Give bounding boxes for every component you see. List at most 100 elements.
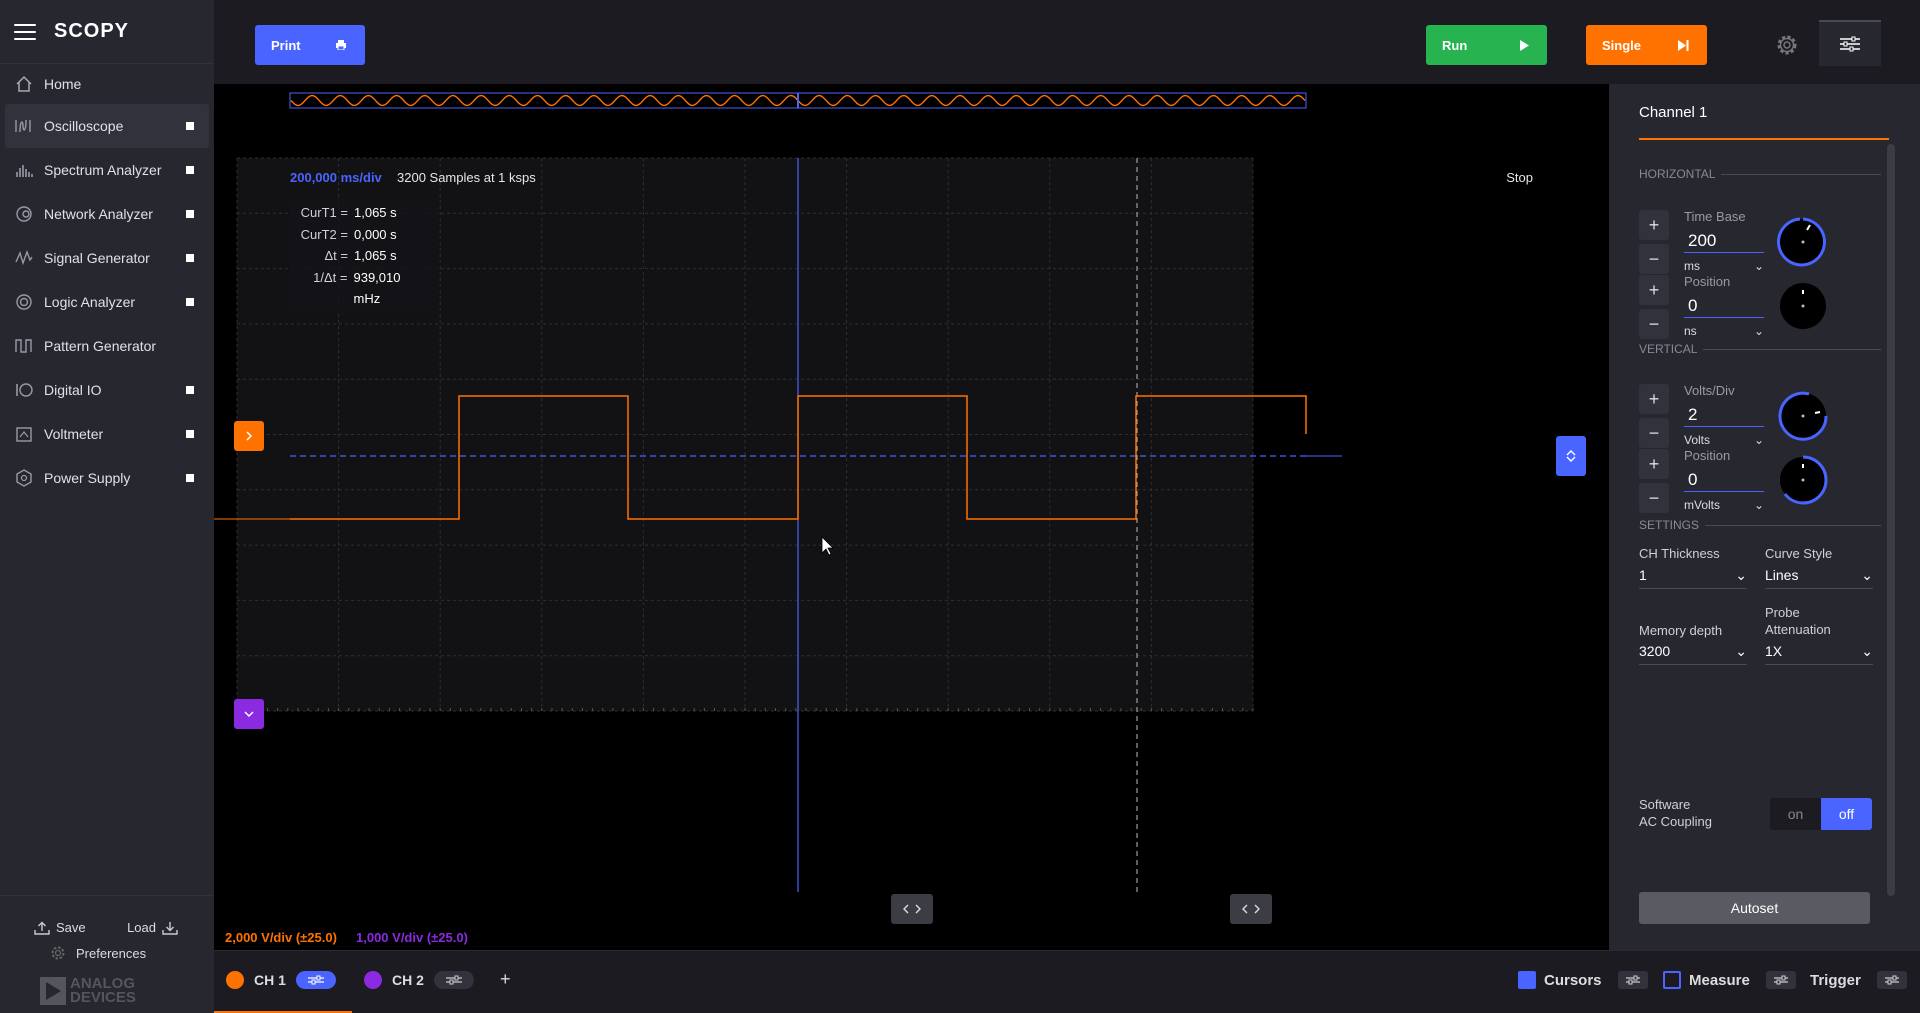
cursors-settings-button[interactable] bbox=[1617, 971, 1648, 989]
memory-depth-select[interactable]: 3200 ⌄ bbox=[1639, 643, 1747, 665]
panel-scrollbar[interactable] bbox=[1887, 144, 1895, 896]
voltsdiv-increment-button[interactable]: + bbox=[1639, 384, 1669, 414]
timebase-label: Time Base bbox=[1684, 209, 1746, 224]
cursors-checkbox[interactable] bbox=[1518, 971, 1536, 989]
sidebar-item-network-analyzer[interactable]: Network Analyzer bbox=[0, 192, 214, 236]
hamburger-menu-icon[interactable] bbox=[14, 23, 36, 40]
timebase-knob[interactable] bbox=[1777, 216, 1829, 268]
chevron-down-icon: ⌄ bbox=[1735, 567, 1747, 583]
chevron-down-icon: ⌄ bbox=[1861, 567, 1873, 583]
voltsdiv-decrement-button[interactable]: − bbox=[1639, 418, 1669, 448]
single-button[interactable]: Single bbox=[1586, 25, 1707, 65]
voltsdiv-unit-select[interactable]: Volts ⌄ bbox=[1684, 433, 1764, 447]
settings-gear-icon[interactable] bbox=[1775, 33, 1799, 57]
vpos-increment-button[interactable]: + bbox=[1639, 449, 1669, 479]
sidebar-footer: Save Load Preferences ANALOG DEVICES bbox=[0, 895, 214, 1013]
vpos-input[interactable] bbox=[1684, 468, 1764, 492]
single-label: Single bbox=[1602, 37, 1642, 53]
sidebar-item-signal-generator[interactable]: Signal Generator bbox=[0, 236, 214, 280]
signal-icon bbox=[14, 248, 34, 268]
print-button[interactable]: Print bbox=[255, 25, 365, 65]
measure-settings-button[interactable] bbox=[1765, 971, 1796, 989]
vpos-knob[interactable] bbox=[1777, 454, 1829, 506]
load-label: Load bbox=[127, 920, 156, 935]
readout-value: 1,065 s bbox=[354, 205, 397, 220]
trigger-level-handle[interactable] bbox=[1556, 436, 1586, 476]
timebase-unit-select[interactable]: ms ⌄ bbox=[1684, 259, 1764, 273]
ch2-color-dot[interactable] bbox=[364, 971, 382, 989]
sidebar-item-power-supply[interactable]: Power Supply bbox=[0, 456, 214, 500]
ch2-settings-button[interactable] bbox=[433, 971, 474, 989]
time-per-division: 200,000 ms/div bbox=[290, 170, 382, 185]
voltmeter-icon bbox=[14, 424, 34, 444]
save-button[interactable]: Save bbox=[34, 920, 86, 935]
overview-position-marker[interactable] bbox=[797, 93, 799, 108]
ch1-settings-button[interactable] bbox=[295, 971, 336, 989]
tool-status-indicator bbox=[186, 166, 194, 174]
sidebar-item-oscilloscope[interactable]: Oscilloscope bbox=[5, 104, 209, 148]
cursor-t1-handle[interactable] bbox=[1230, 894, 1272, 924]
hpos-increment-button[interactable]: + bbox=[1639, 275, 1669, 305]
timebase-increment-button[interactable]: + bbox=[1639, 210, 1669, 240]
timebase-input[interactable] bbox=[1684, 229, 1764, 253]
preferences-label: Preferences bbox=[76, 945, 147, 961]
hpos-knob[interactable] bbox=[1777, 280, 1829, 332]
sidebar: SCOPY Home Oscilloscope Spectrum Analyze… bbox=[0, 0, 214, 1013]
sidebar-header: SCOPY bbox=[0, 0, 214, 64]
trigger-tool[interactable]: Trigger bbox=[1810, 971, 1907, 989]
cursor-readout-row: Δt = 1,065 s bbox=[298, 245, 430, 267]
probe-attenuation-label: Probe Attenuation bbox=[1765, 604, 1831, 638]
timebase-decrement-button[interactable]: − bbox=[1639, 244, 1669, 274]
general-settings-button[interactable] bbox=[1819, 20, 1881, 66]
ch1-color-dot[interactable] bbox=[226, 971, 244, 989]
ac-coupling-label: Software AC Coupling bbox=[1639, 796, 1712, 830]
horizontal-arrows-icon bbox=[1242, 904, 1260, 914]
trigger-settings-button[interactable] bbox=[1876, 971, 1907, 989]
panel-title: Channel 1 bbox=[1639, 104, 1708, 121]
curve-style-select[interactable]: Lines ⌄ bbox=[1765, 567, 1873, 589]
measure-tool[interactable]: Measure bbox=[1663, 971, 1796, 989]
sidebar-item-digital-io[interactable]: Digital IO bbox=[0, 368, 214, 412]
autoset-button[interactable]: Autoset bbox=[1639, 892, 1870, 924]
ch1-offset-handle[interactable] bbox=[234, 421, 264, 451]
load-button[interactable]: Load bbox=[127, 920, 178, 935]
ch2-tab[interactable]: CH 2 bbox=[364, 971, 474, 989]
sidebar-item-home[interactable]: Home bbox=[0, 64, 214, 104]
preferences-button[interactable]: Preferences bbox=[0, 935, 214, 961]
sidebar-item-spectrum-analyzer[interactable]: Spectrum Analyzer bbox=[0, 148, 214, 192]
sidebar-item-voltmeter[interactable]: Voltmeter bbox=[0, 412, 214, 456]
section-vertical: VERTICAL bbox=[1639, 342, 1881, 356]
chevron-right-icon bbox=[246, 431, 253, 441]
ch-thickness-select[interactable]: 1 ⌄ bbox=[1639, 567, 1747, 589]
hpos-unit-select[interactable]: ns ⌄ bbox=[1684, 324, 1764, 338]
ac-coupling-on[interactable]: on bbox=[1770, 798, 1821, 830]
download-icon bbox=[162, 921, 178, 935]
measure-checkbox[interactable] bbox=[1663, 971, 1681, 989]
sliders-icon bbox=[307, 975, 324, 985]
probe-attenuation-select[interactable]: 1X ⌄ bbox=[1765, 643, 1873, 665]
ac-coupling-off[interactable]: off bbox=[1821, 798, 1872, 830]
ch2-offset-handle[interactable] bbox=[234, 699, 264, 729]
cursors-tool[interactable]: Cursors bbox=[1518, 971, 1648, 989]
cursor-t2-handle[interactable] bbox=[891, 894, 933, 924]
chevron-down-icon: ⌄ bbox=[1753, 259, 1764, 273]
section-settings: SETTINGS bbox=[1639, 518, 1881, 532]
cursor-readout-row: CurT2 = 0,000 s bbox=[298, 224, 430, 246]
add-channel-button[interactable]: + bbox=[500, 969, 511, 990]
bottom-channel-bar: CH 1 CH 2 + Cursors Measure Trigger bbox=[214, 950, 1920, 1013]
select-value: 1X bbox=[1765, 643, 1783, 659]
sliders-icon bbox=[1884, 975, 1899, 985]
sidebar-item-logic-analyzer[interactable]: Logic Analyzer bbox=[0, 280, 214, 324]
vpos-unit-select[interactable]: mVolts ⌄ bbox=[1684, 498, 1764, 512]
voltsdiv-input[interactable] bbox=[1684, 403, 1764, 427]
tool-status-indicator bbox=[186, 254, 194, 262]
ch1-label: CH 1 bbox=[254, 972, 286, 988]
ch1-tab[interactable]: CH 1 bbox=[226, 971, 336, 989]
run-button[interactable]: Run bbox=[1426, 25, 1547, 65]
ac-coupling-toggle[interactable]: on off bbox=[1770, 798, 1872, 830]
sidebar-item-pattern-generator[interactable]: Pattern Generator bbox=[0, 324, 214, 368]
hpos-input[interactable] bbox=[1684, 294, 1764, 318]
voltsdiv-knob[interactable] bbox=[1777, 390, 1829, 442]
hpos-decrement-button[interactable]: − bbox=[1639, 309, 1669, 339]
vpos-decrement-button[interactable]: − bbox=[1639, 483, 1669, 513]
